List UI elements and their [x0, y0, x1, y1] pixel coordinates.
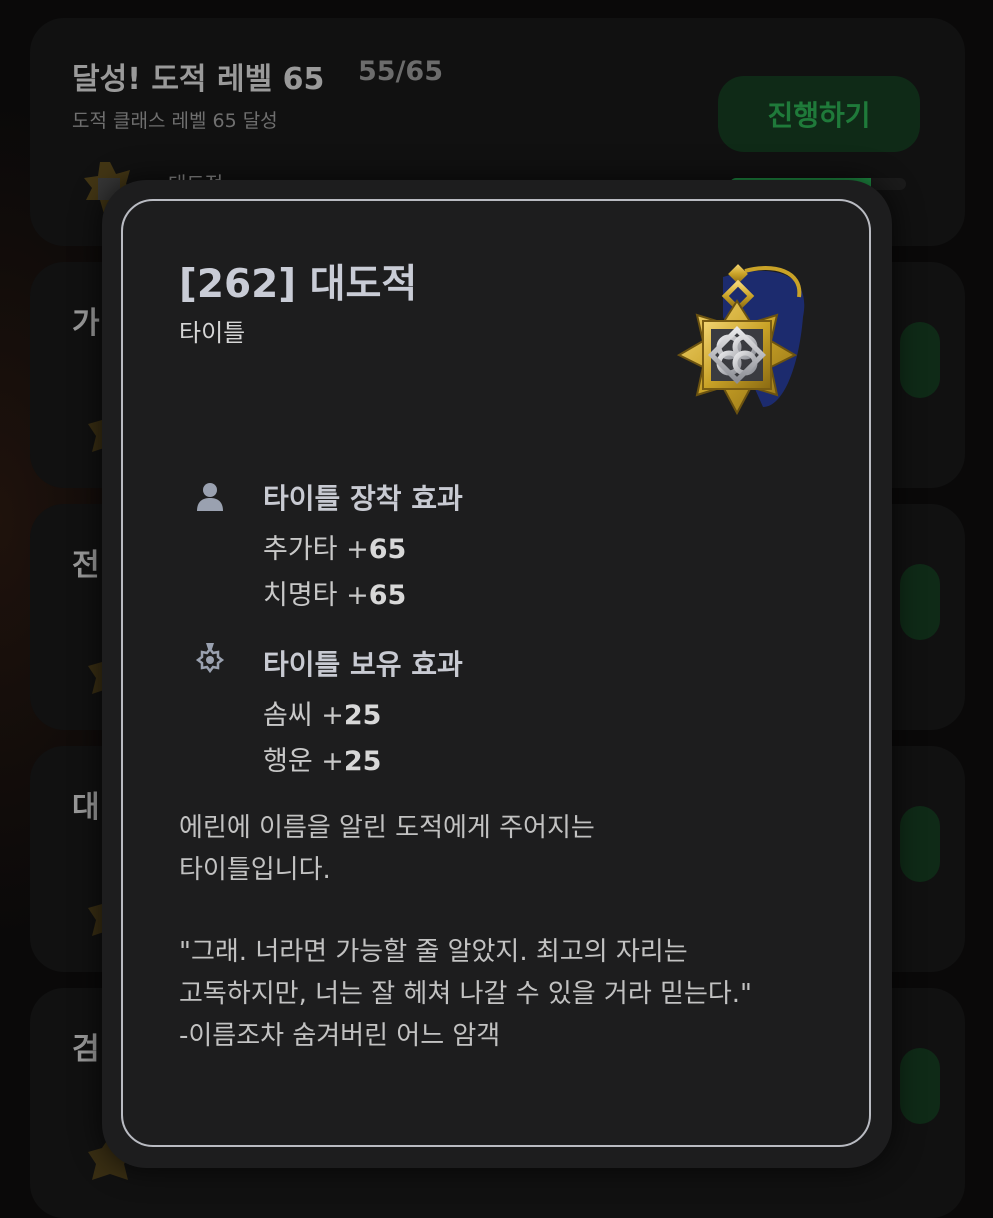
modal-title: [262] 대도적 — [179, 262, 418, 307]
title-description: 에린에 이름을 알린 도적에게 주어지는 타이틀입니다. — [179, 813, 595, 885]
proceed-button[interactable] — [900, 322, 940, 398]
stat-value: 25 — [343, 746, 382, 777]
proceed-button[interactable] — [900, 806, 940, 882]
medal-icon — [676, 264, 805, 416]
proceed-button[interactable]: 진행하기 — [718, 76, 920, 152]
proceed-button[interactable] — [900, 1048, 940, 1124]
flavor-quote: "그래. 너라면 가능할 줄 알았지. 최고의 자리는 고독하지만, 너는 잘 … — [179, 937, 753, 1051]
stat-label: 솜씨 + — [263, 700, 344, 731]
title-detail-modal[interactable]: [262] 대도적 타이틀 타이틀 장착 효과 추가타 +65 치명타 +65 … — [102, 180, 892, 1168]
proceed-button[interactable] — [900, 564, 940, 640]
card-title: 검 — [72, 1032, 100, 1067]
card-title: 달성! 도적 레벨 65 — [72, 62, 325, 97]
card-progress: 55/65 — [358, 56, 444, 87]
own-stat: 솜씨 +25 — [263, 693, 381, 732]
equip-stat: 추가타 +65 — [263, 527, 406, 566]
stat-value: 25 — [343, 700, 382, 731]
own-effect-heading: 타이틀 보유 효과 — [263, 648, 463, 681]
own-stat: 행운 +25 — [263, 739, 381, 778]
stat-value: 65 — [368, 534, 407, 565]
card-title: 대 — [72, 790, 100, 825]
equip-effect-heading: 타이틀 장착 효과 — [263, 482, 463, 515]
card-subtitle: 도적 클래스 레벨 65 달성 — [72, 110, 278, 132]
stat-label: 추가타 + — [263, 534, 369, 565]
person-icon — [197, 483, 223, 511]
medal-icon — [195, 643, 225, 674]
stat-label: 행운 + — [263, 746, 344, 777]
stat-label: 치명타 + — [263, 580, 369, 611]
item-type: 타이틀 — [179, 319, 246, 347]
modal-frame: [262] 대도적 타이틀 타이틀 장착 효과 추가타 +65 치명타 +65 … — [121, 199, 871, 1147]
card-title: 전 — [72, 548, 100, 583]
stat-value: 65 — [368, 580, 407, 611]
card-title: 가 — [72, 306, 100, 341]
equip-stat: 치명타 +65 — [263, 573, 406, 612]
